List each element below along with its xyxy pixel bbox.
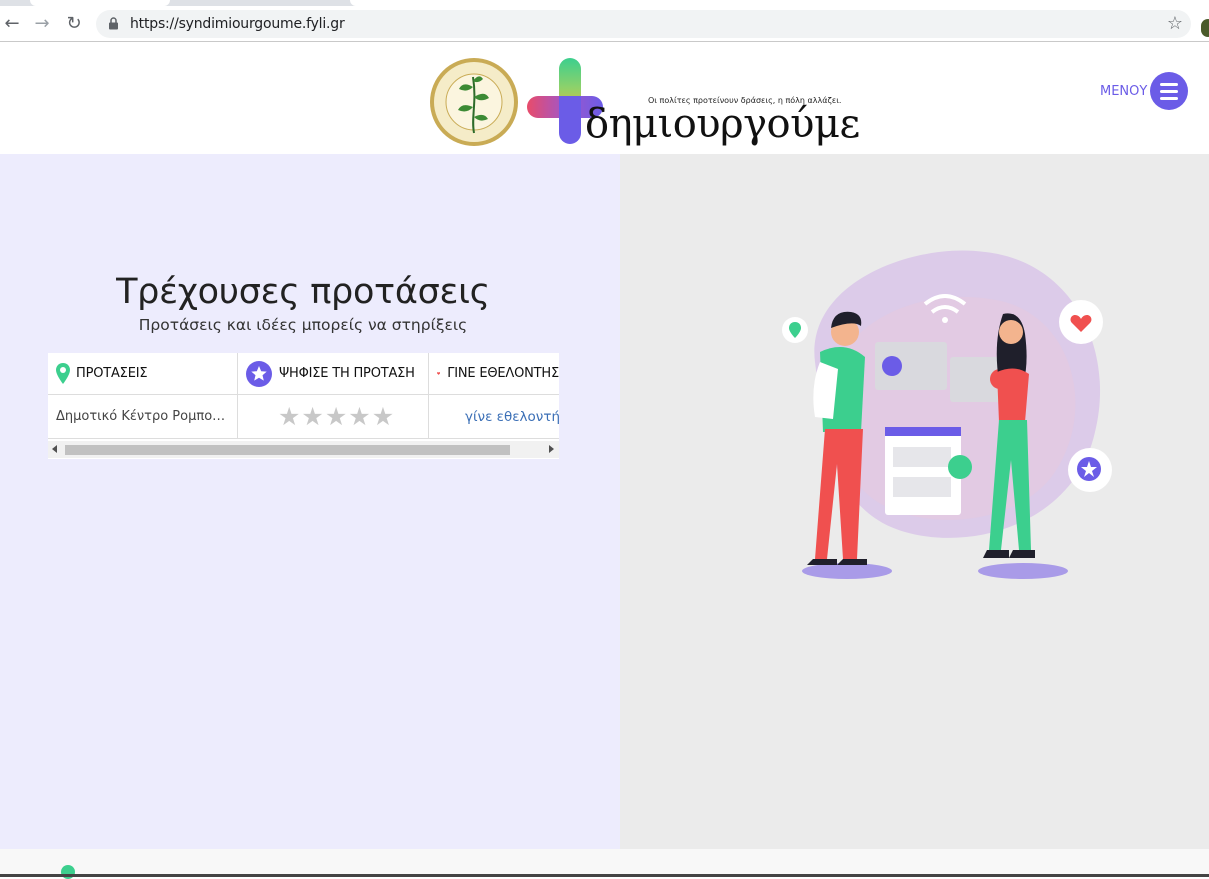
menu-label[interactable]: ΜΕΝΟΥ	[1100, 84, 1147, 99]
scroll-left-arrow-icon[interactable]	[52, 445, 57, 453]
rating-cell[interactable]: ★ ★ ★ ★ ★	[238, 395, 429, 438]
extension-icon[interactable]	[1201, 19, 1209, 37]
hamburger-menu-button[interactable]	[1150, 72, 1188, 110]
forward-arrow-icon[interactable]: →	[30, 11, 54, 35]
footer-strip	[0, 849, 1209, 879]
heart-icon	[437, 372, 441, 375]
star-rating[interactable]: ★ ★ ★ ★ ★	[278, 404, 394, 429]
volunteer-cell[interactable]: γίνε εθελοντής	[429, 395, 559, 438]
url-text[interactable]: https://syndimiourgoume.fyli.gr	[130, 16, 345, 32]
browser-toolbar: ← → ↻ https://syndimiourgoume.fyli.gr ☆	[0, 6, 1209, 42]
column-header-vote: ΨΗΦΙΣΕ ΤΗ ΠΡΟΤΑΣΗ	[238, 353, 429, 394]
people-collaborating-illustration	[782, 250, 1112, 579]
proposals-table: ΠΡΟΤΑΣΕΙΣ ΨΗΦΙΣΕ ΤΗ ΠΡΟΤΑΣΗ ΓΙΝΕ ΕΘΕΛΟΝΤ…	[48, 353, 559, 459]
table-header-row: ΠΡΟΤΑΣΕΙΣ ΨΗΦΙΣΕ ΤΗ ΠΡΟΤΑΣΗ ΓΙΝΕ ΕΘΕΛΟΝΤ…	[48, 353, 559, 395]
back-arrow-icon[interactable]: ←	[0, 11, 24, 35]
lock-icon	[109, 17, 118, 30]
star-icon	[246, 360, 272, 387]
site-header: Οι πολίτες προτείνουν δράσεις, η πόλη αλ…	[0, 43, 1209, 154]
column-header-volunteer: ΓΙΝΕ ΕΘΕΛΟΝΤΗΣ	[429, 353, 559, 394]
volunteer-link[interactable]: γίνε εθελοντής	[465, 409, 559, 425]
map-pin-icon	[56, 362, 70, 384]
rating-star-icon[interactable]: ★	[301, 404, 323, 429]
proposals-panel: Τρέχουσες προτάσεις Προτάσεις και ιδέες …	[0, 154, 620, 849]
rating-star-icon[interactable]: ★	[325, 404, 347, 429]
column-header-label: ΠΡΟΤΑΣΕΙΣ	[76, 366, 148, 381]
column-header-proposals: ΠΡΟΤΑΣΕΙΣ	[48, 353, 238, 394]
hamburger-icon	[1160, 82, 1178, 86]
section-title: Τρέχουσες προτάσεις	[116, 272, 490, 312]
column-header-label: ΨΗΦΙΣΕ ΤΗ ΠΡΟΤΑΣΗ	[279, 366, 415, 381]
proposal-name[interactable]: Δημοτικό Κέντρο Ρομποτικής	[56, 409, 231, 424]
horizontal-scrollbar[interactable]	[48, 441, 559, 458]
municipality-seal-logo[interactable]	[429, 57, 519, 147]
address-bar[interactable]: https://syndimiourgoume.fyli.gr ☆	[96, 10, 1191, 38]
illustration-panel	[620, 154, 1209, 849]
table-row[interactable]: Δημοτικό Κέντρο Ρομποτικής ★ ★ ★ ★ ★ γίν…	[48, 395, 559, 439]
reload-icon[interactable]: ↻	[62, 11, 86, 35]
brand-wordmark[interactable]: δημιουργούμε	[585, 104, 860, 144]
rating-star-icon[interactable]: ★	[372, 404, 394, 429]
column-header-label: ΓΙΝΕ ΕΘΕΛΟΝΤΗΣ	[447, 366, 559, 381]
scrollbar-thumb[interactable]	[65, 445, 510, 455]
section-subtitle: Προτάσεις και ιδέες μπορείς να στηρίξεις	[138, 316, 468, 334]
rating-star-icon[interactable]: ★	[348, 404, 370, 429]
proposal-cell[interactable]: Δημοτικό Κέντρο Ρομποτικής	[48, 395, 238, 438]
rating-star-icon[interactable]: ★	[278, 404, 300, 429]
bookmark-star-icon[interactable]: ☆	[1167, 13, 1183, 34]
scroll-right-arrow-icon[interactable]	[549, 445, 554, 453]
